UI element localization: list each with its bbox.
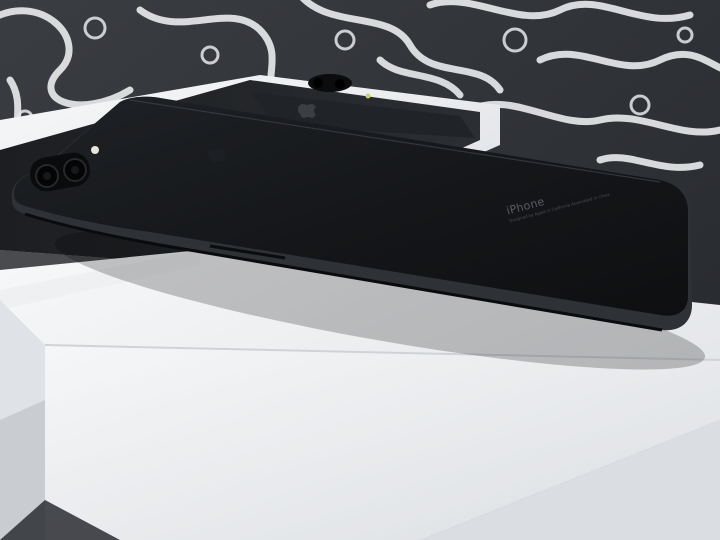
flash-icon: [91, 146, 99, 154]
photo-scene: [0, 0, 720, 540]
